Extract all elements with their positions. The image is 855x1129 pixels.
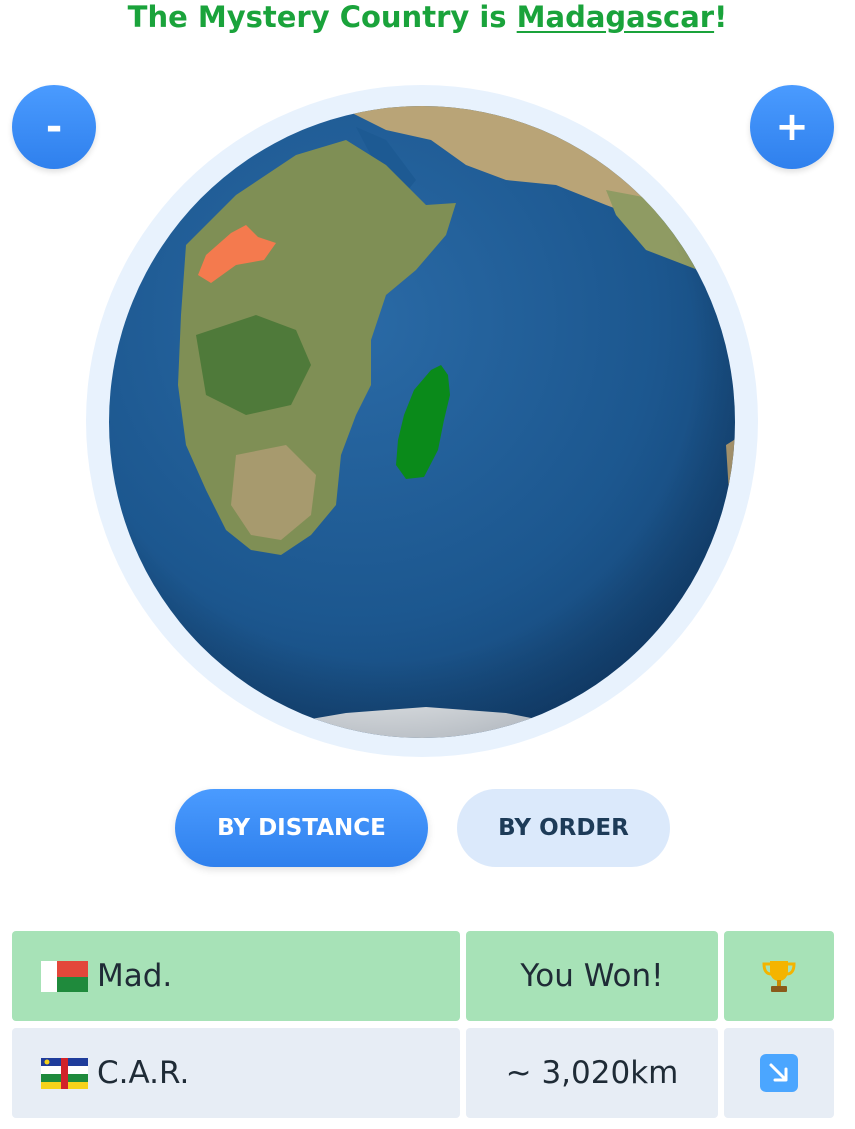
guess-row: Mad. You Won! xyxy=(12,931,834,1021)
tab-by-order[interactable]: BY ORDER xyxy=(457,789,670,867)
central-african-republic-flag-icon xyxy=(41,1057,88,1089)
globe-map[interactable] xyxy=(86,85,758,757)
mystery-country-link[interactable]: Madagascar xyxy=(517,0,714,34)
guess-status-cell xyxy=(724,931,834,1021)
globe[interactable] xyxy=(86,85,758,757)
madagascar-flag-icon xyxy=(41,960,88,992)
globe-shading xyxy=(109,106,735,738)
arrow-down-right-icon xyxy=(760,1054,798,1092)
zoom-out-button[interactable]: - xyxy=(12,85,96,169)
guess-country-name: C.A.R. xyxy=(97,1055,190,1091)
guess-distance-cell: You Won! xyxy=(466,931,718,1021)
result-title: The Mystery Country is Madagascar! xyxy=(0,0,855,40)
tab-by-distance[interactable]: BY DISTANCE xyxy=(175,789,428,867)
result-prefix: The Mystery Country is xyxy=(127,0,517,34)
trophy-icon xyxy=(762,961,796,992)
guess-row: C.A.R. ~ 3,020km xyxy=(12,1028,834,1118)
guess-country-cell: C.A.R. xyxy=(12,1028,460,1118)
guess-distance-cell: ~ 3,020km xyxy=(466,1028,718,1118)
guess-country-name: Mad. xyxy=(97,958,173,994)
guess-country-cell: Mad. xyxy=(12,931,460,1021)
guess-status-cell xyxy=(724,1028,834,1118)
result-suffix: ! xyxy=(714,0,728,34)
zoom-in-button[interactable]: + xyxy=(750,85,834,169)
